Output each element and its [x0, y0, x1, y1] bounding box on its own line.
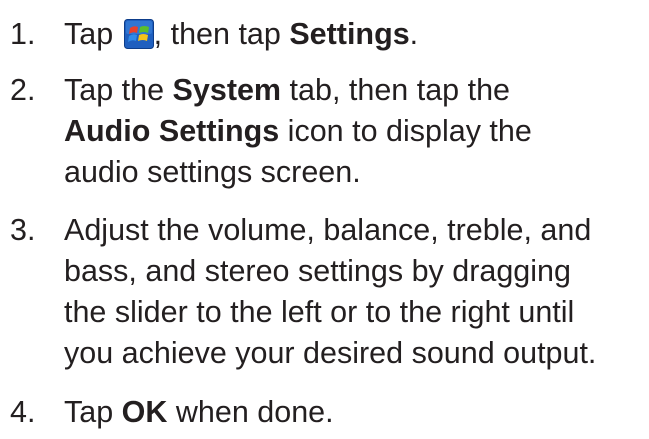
- step-line: Tap the System tab, then tap the: [64, 70, 649, 111]
- emphasis-audio-settings: Audio Settings: [64, 114, 280, 148]
- emphasis-ok: OK: [121, 395, 168, 429]
- step-number: 3.: [10, 213, 36, 247]
- step-line: Tap , then tap Settings.: [64, 14, 649, 55]
- emphasis-system: System: [172, 73, 282, 107]
- step-number: 1.: [10, 17, 36, 51]
- step-line: you achieve your desired sound output.: [64, 336, 597, 370]
- step-line: Tap OK when done.: [64, 392, 649, 433]
- text-segment: .: [409, 17, 419, 51]
- step-line: the slider to the left or to the right u…: [64, 295, 575, 329]
- text-segment: Tap the: [64, 73, 165, 107]
- step-line: bass, and stereo settings by dragging: [64, 254, 571, 288]
- text-segment: tab, then tap the: [289, 73, 511, 107]
- text-segment: audio settings screen.: [64, 155, 361, 189]
- text-segment: Tap: [64, 17, 114, 51]
- windows-start-icon: [123, 19, 154, 49]
- step-line: Audio Settings icon to display the: [64, 111, 649, 152]
- text-segment: Tap: [64, 395, 114, 429]
- step-line: Adjust the volume, balance, treble, and: [64, 213, 592, 247]
- text-segment: icon to display the: [287, 114, 532, 148]
- step-text: Adjust the volume, balance, treble, and …: [64, 210, 649, 374]
- step-text: Tap OK when done.: [64, 392, 649, 433]
- step-number: 2.: [10, 73, 36, 107]
- emphasis-settings: Settings: [289, 17, 410, 51]
- step-text: Tap the System tab, then tap the Audio S…: [64, 70, 649, 193]
- text-segment: , then tap: [153, 17, 281, 51]
- step-line: audio settings screen.: [64, 152, 649, 193]
- step-number: 4.: [10, 395, 36, 429]
- step-text: Tap , then tap Settings.: [64, 14, 649, 55]
- text-segment: when done.: [175, 395, 334, 429]
